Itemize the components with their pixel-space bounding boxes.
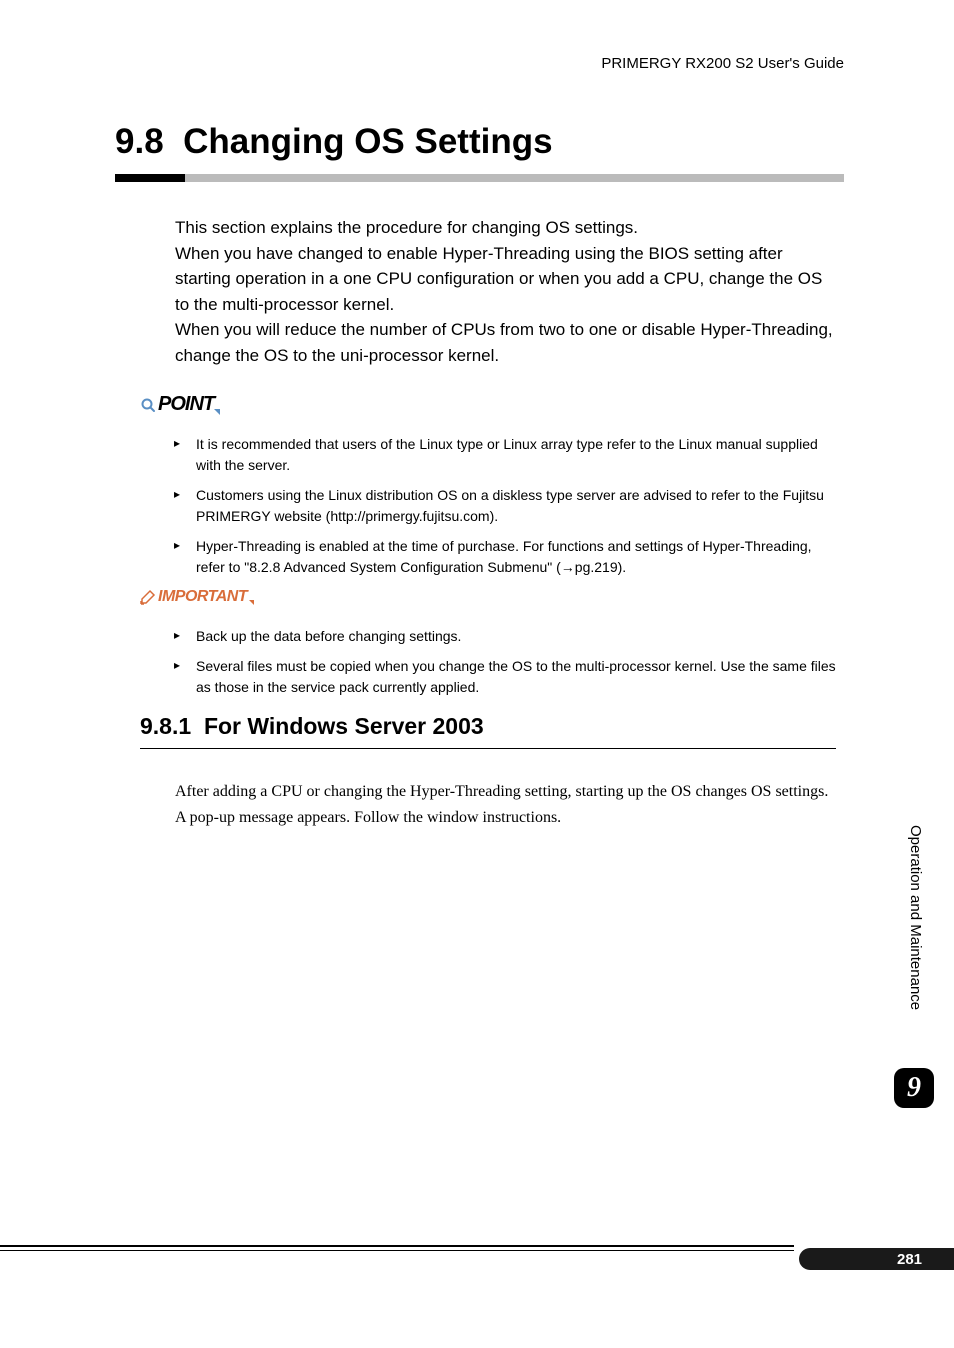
intro-p3: When you will reduce the number of CPUs …: [175, 320, 833, 365]
chapter-title: 9.8 Changing OS Settings: [115, 122, 844, 162]
point-label: POINT: [140, 393, 220, 416]
list-item: Back up the data before changing setting…: [196, 626, 844, 647]
important-section: IMPORTANT Back up the data before changi…: [140, 588, 844, 707]
list-item: Several files must be copied when you ch…: [196, 656, 844, 698]
magnifier-icon: [140, 397, 156, 413]
intro-p2: When you have changed to enable Hyper-Th…: [175, 244, 822, 314]
important-label-text: IMPORTANT: [158, 588, 247, 606]
subsection-title: 9.8.1 For Windows Server 2003: [140, 713, 836, 749]
point-label-text: POINT: [158, 393, 214, 416]
list-item: Hyper-Threading is enabled at the time o…: [196, 536, 844, 578]
important-corner-icon: [249, 600, 254, 605]
point-list: It is recommended that users of the Linu…: [140, 434, 844, 578]
point-corner-icon: [214, 409, 220, 415]
intro-p1: This section explains the procedure for …: [175, 218, 638, 237]
subsection-number: 9.8.1: [140, 713, 191, 739]
page-number-badge: 281: [799, 1248, 954, 1270]
chapter-badge: 9: [894, 1068, 934, 1108]
important-label: IMPORTANT: [140, 588, 254, 606]
list-item: Customers using the Linux distribution O…: [196, 485, 844, 527]
subsection-title-text: For Windows Server 2003: [204, 713, 484, 739]
chapter-title-text: Changing OS Settings: [183, 122, 552, 161]
page-header: PRIMERGY RX200 S2 User's Guide: [601, 55, 844, 72]
pencil-warning-icon: [140, 589, 156, 605]
side-section-label: Operation and Maintenance: [907, 825, 924, 1010]
chapter-title-block: 9.8 Changing OS Settings: [115, 122, 844, 182]
page-number: 281: [897, 1251, 922, 1268]
subsection-paragraph: After adding a CPU or changing the Hyper…: [175, 779, 836, 830]
footer-rule: [0, 1245, 794, 1251]
subsection: 9.8.1 For Windows Server 2003 After addi…: [140, 713, 836, 830]
title-underline: [115, 174, 844, 182]
intro-paragraph: This section explains the procedure for …: [175, 215, 836, 368]
list-item: It is recommended that users of the Linu…: [196, 434, 844, 476]
point-section: POINT It is recommended that users of th…: [140, 393, 844, 587]
important-list: Back up the data before changing setting…: [140, 626, 844, 698]
chapter-number: 9.8: [115, 122, 164, 161]
